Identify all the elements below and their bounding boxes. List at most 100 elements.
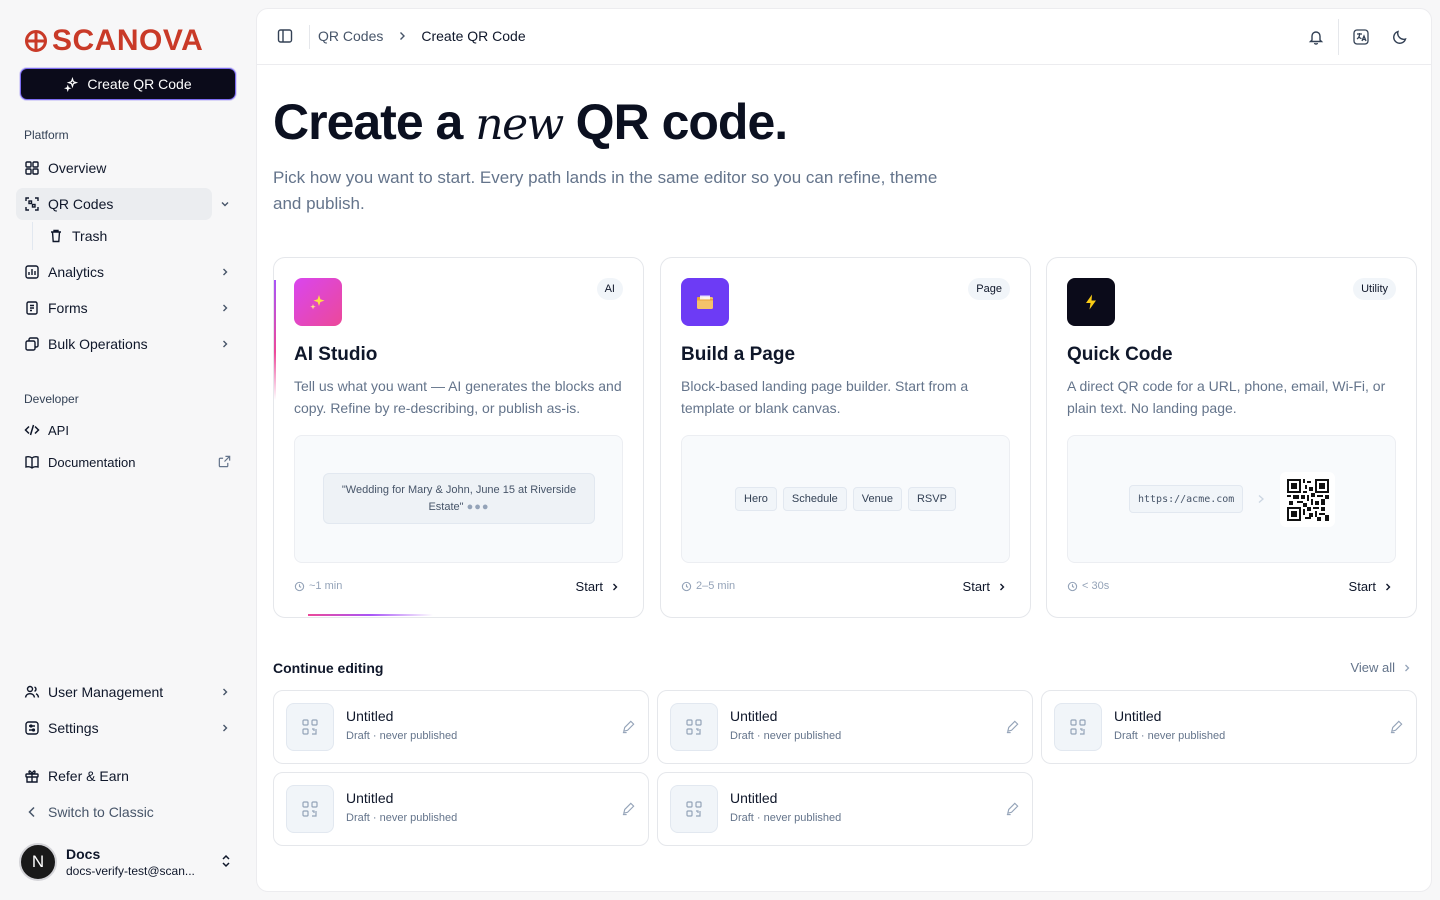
card-badge: Utility bbox=[1353, 278, 1396, 300]
switch-to-classic-link[interactable]: Switch to Classic bbox=[16, 796, 240, 828]
continue-editing-heading: Continue editing bbox=[273, 660, 384, 676]
draft-meta: Draft · never published bbox=[730, 812, 842, 824]
qr-placeholder-icon bbox=[286, 785, 334, 833]
clock-icon bbox=[681, 581, 692, 591]
chevron-right-icon bbox=[223, 268, 228, 276]
draft-meta: Draft · never published bbox=[1114, 730, 1226, 742]
sidebar-item-documentation[interactable]: Documentation bbox=[16, 446, 240, 478]
draft-card[interactable]: Untitled Draft · never published bbox=[273, 772, 649, 846]
moon-icon[interactable] bbox=[1391, 28, 1409, 46]
view-all-link[interactable]: View all bbox=[1350, 660, 1413, 675]
sidebar-item-refer-earn[interactable]: Refer & Earn bbox=[16, 760, 240, 792]
breadcrumb-qr-codes[interactable]: QR Codes bbox=[318, 28, 383, 44]
card-description: Block-based landing page builder. Start … bbox=[681, 378, 969, 416]
pen-icon[interactable] bbox=[621, 801, 636, 816]
sidebar: SCANOVA Create QR Code Platform Overview… bbox=[0, 0, 256, 900]
sidebar-item-label: Forms bbox=[48, 300, 88, 316]
chevron-right-icon bbox=[1000, 583, 1005, 590]
draft-card[interactable]: Untitled Draft · never published bbox=[273, 690, 649, 764]
folder-icon bbox=[681, 278, 729, 326]
create-button-label: Create QR Code bbox=[87, 76, 192, 92]
chevron-right-icon bbox=[1258, 495, 1264, 503]
scanova-logo[interactable]: SCANOVA bbox=[24, 24, 203, 58]
block-chips: Hero Schedule Venue RSVP bbox=[682, 487, 1009, 511]
grid-icon bbox=[24, 160, 40, 176]
draft-card[interactable]: Untitled Draft · never published bbox=[657, 772, 1033, 846]
sidebar-item-analytics[interactable]: Analytics bbox=[16, 256, 240, 288]
start-button[interactable]: Start bbox=[1349, 579, 1394, 594]
accent-line bbox=[308, 614, 433, 616]
card-time: 2–5 min bbox=[681, 580, 735, 592]
pen-icon[interactable] bbox=[1389, 719, 1404, 734]
chevron-right-icon bbox=[1405, 664, 1410, 671]
lightning-icon bbox=[1067, 278, 1115, 326]
pen-icon[interactable] bbox=[621, 719, 636, 734]
sidebar-item-api[interactable]: API bbox=[16, 414, 240, 446]
code-icon bbox=[24, 422, 40, 438]
build-a-page-card[interactable]: Page Build a Page Block-based landing pa… bbox=[660, 257, 1031, 618]
ai-studio-card[interactable]: AI AI Studio Tell us what you want — AI … bbox=[273, 257, 644, 618]
draft-meta: Draft · never published bbox=[346, 812, 458, 824]
qr-placeholder-icon bbox=[670, 785, 718, 833]
card-preview: Hero Schedule Venue RSVP bbox=[681, 435, 1010, 563]
sidebar-item-label: Refer & Earn bbox=[48, 768, 129, 784]
url-preview: https://acme.com bbox=[1129, 485, 1244, 513]
divider bbox=[1338, 19, 1339, 55]
block-chip: RSVP bbox=[907, 487, 956, 511]
pen-icon[interactable] bbox=[1005, 719, 1020, 734]
quick-code-card[interactable]: Utility Quick Code A direct QR code for … bbox=[1046, 257, 1417, 618]
card-description: Tell us what you want — AI generates the… bbox=[294, 378, 622, 416]
sidebar-item-label: QR Codes bbox=[48, 196, 114, 212]
sidebar-item-label: Bulk Operations bbox=[48, 336, 148, 352]
breadcrumb-current: Create QR Code bbox=[421, 28, 526, 44]
sidebar-item-label: API bbox=[48, 422, 69, 438]
bell-icon[interactable] bbox=[1307, 28, 1325, 46]
sidebar-item-qr-codes[interactable]: QR Codes bbox=[16, 188, 229, 220]
ai-prompt-preview: "Wedding for Mary & John, June 15 at Riv… bbox=[323, 473, 595, 524]
draft-card[interactable]: Untitled Draft · never published bbox=[1041, 690, 1417, 764]
qr-scan-icon bbox=[24, 196, 40, 212]
chevron-right-icon bbox=[223, 688, 228, 696]
forms-icon bbox=[24, 300, 40, 316]
draft-meta: Draft · never published bbox=[346, 730, 458, 742]
sidebar-item-user-management[interactable]: User Management bbox=[16, 676, 240, 708]
chevrons-up-down-icon bbox=[222, 854, 230, 868]
settings-icon bbox=[24, 720, 40, 736]
start-button[interactable]: Start bbox=[576, 579, 621, 594]
create-qr-code-button[interactable]: Create QR Code bbox=[20, 68, 236, 100]
chevron-right-icon bbox=[223, 724, 228, 732]
draft-title: Untitled bbox=[1114, 708, 1162, 724]
chevron-right-icon bbox=[1386, 583, 1391, 590]
user-menu[interactable]: N Docs docs-verify-test@scan... bbox=[16, 840, 240, 884]
clock-icon bbox=[294, 581, 305, 591]
chevron-right-icon bbox=[223, 340, 228, 348]
sidebar-item-label: Trash bbox=[72, 228, 108, 244]
chevron-down-icon[interactable] bbox=[218, 197, 232, 211]
language-icon[interactable] bbox=[1352, 28, 1370, 46]
card-time: ~1 min bbox=[294, 580, 342, 592]
sidebar-item-settings[interactable]: Settings bbox=[16, 712, 240, 744]
draft-title: Untitled bbox=[730, 790, 778, 806]
accent-line bbox=[274, 280, 276, 400]
sidebar-item-label: Documentation bbox=[48, 454, 136, 470]
sidebar-item-forms[interactable]: Forms bbox=[16, 292, 240, 324]
sidebar-item-label: Switch to Classic bbox=[48, 804, 154, 820]
sidebar-item-bulk-operations[interactable]: Bulk Operations bbox=[16, 328, 240, 360]
draft-title: Untitled bbox=[346, 790, 394, 806]
user-email: docs-verify-test@scan... bbox=[66, 864, 195, 878]
draft-card[interactable]: Untitled Draft · never published bbox=[657, 690, 1033, 764]
clock-icon bbox=[1067, 581, 1078, 591]
draft-meta: Draft · never published bbox=[730, 730, 842, 742]
sidebar-item-overview[interactable]: Overview bbox=[16, 152, 240, 184]
chevron-right-icon bbox=[613, 583, 618, 590]
pen-icon[interactable] bbox=[1005, 801, 1020, 816]
start-button[interactable]: Start bbox=[963, 579, 1008, 594]
typing-dots-icon: ●●● bbox=[466, 501, 490, 513]
layers-icon bbox=[24, 336, 40, 352]
page-subtitle: Pick how you want to start. Every path l… bbox=[273, 168, 938, 213]
draft-title: Untitled bbox=[346, 708, 394, 724]
sidebar-item-label: Analytics bbox=[48, 264, 105, 280]
sidebar-toggle-icon[interactable] bbox=[277, 28, 293, 44]
avatar: N bbox=[19, 843, 57, 881]
sidebar-item-trash[interactable]: Trash bbox=[48, 222, 107, 250]
